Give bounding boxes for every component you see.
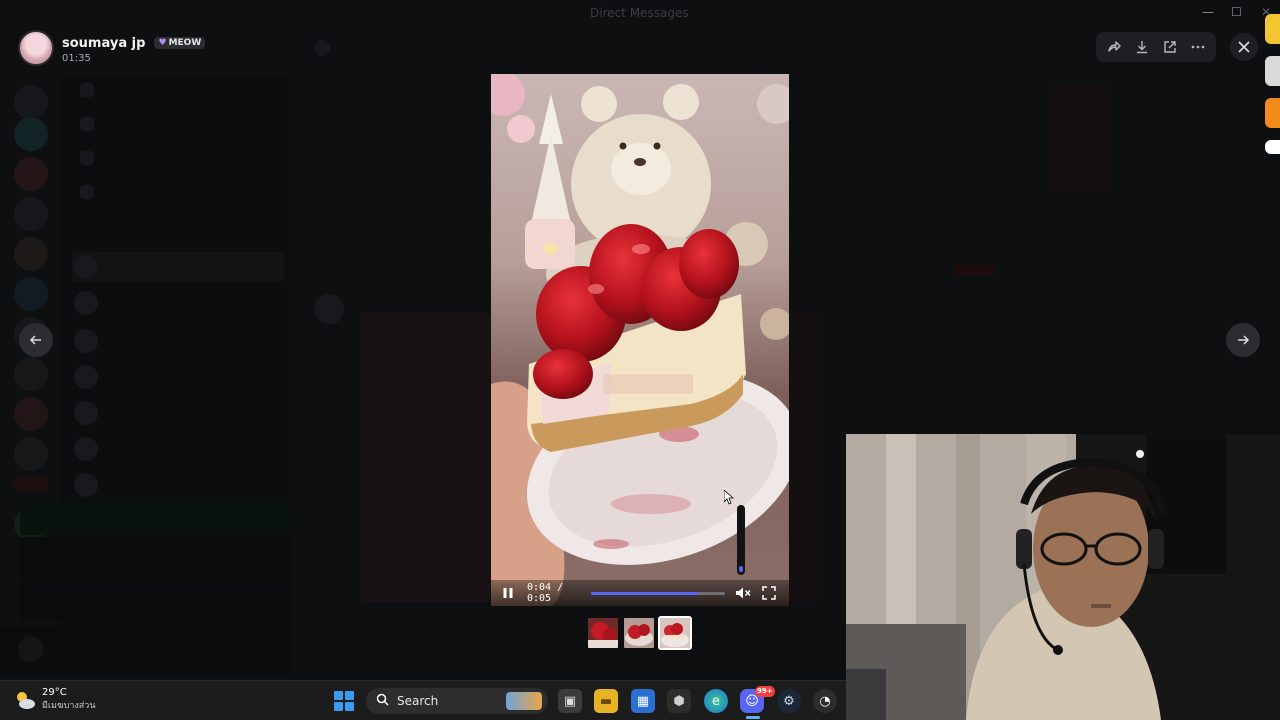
volume-muted-icon[interactable] [733, 583, 753, 603]
dim-message-input [314, 632, 844, 666]
shop-icon [80, 151, 94, 165]
server-icon [14, 85, 48, 119]
volume-slider[interactable] [737, 505, 745, 575]
weather-temperature: 29°C [42, 687, 67, 698]
dim-message-attachment [360, 312, 490, 602]
voice-controls-bar [20, 583, 290, 621]
server-icon [14, 157, 48, 191]
download-icon[interactable] [1129, 34, 1155, 60]
avatar[interactable] [18, 30, 54, 66]
video-time: 0:04 / 0:05 [527, 582, 564, 604]
quests-icon [80, 185, 94, 199]
server-icon [14, 117, 48, 151]
server-icon [14, 277, 48, 311]
volume-level [739, 565, 743, 572]
weather-text: 29°C มีเมฆบางส่วน [42, 687, 95, 712]
profile-image [1048, 83, 1110, 193]
taskbar-search[interactable]: Search [366, 688, 548, 714]
avatar [74, 401, 98, 425]
side-app-tab[interactable] [1265, 140, 1280, 154]
microsoft-store-icon[interactable]: ▦ [631, 689, 655, 713]
heart-icon: ♥ [158, 38, 167, 48]
windows-taskbar: 29°C มีเมฆบางส่วน Search ▣ ▬ ▦ ⬢ e ☺ ⚙ ◔ [0, 680, 846, 720]
voice-connected-bar [20, 537, 290, 581]
dm-list [20, 75, 290, 635]
author-name[interactable]: soumaya jp [62, 36, 145, 51]
server-icon [14, 237, 48, 271]
thumbnail[interactable] [586, 616, 620, 650]
more-icon[interactable] [1185, 34, 1211, 60]
search-icon [376, 693, 389, 710]
guild-tag: ♥ MEOW [154, 37, 206, 49]
screen-share-bar [20, 503, 290, 535]
seek-bar[interactable] [591, 591, 725, 595]
fullscreen-icon[interactable] [759, 583, 779, 603]
maximize-icon[interactable]: ☐ [1231, 5, 1242, 19]
pause-icon[interactable] [495, 580, 521, 606]
avatar [18, 636, 44, 662]
guild-tag-label: MEOW [168, 38, 202, 48]
friends-icon [80, 83, 94, 97]
avatar [74, 329, 98, 353]
side-app-tab[interactable] [1265, 98, 1280, 128]
mouse-cursor-icon [724, 490, 734, 505]
weather-description: มีเมฆบางส่วน [42, 701, 96, 711]
avatar [74, 365, 98, 389]
server-icon [14, 437, 48, 471]
edge-icon[interactable]: e [704, 689, 728, 713]
avatar [74, 291, 98, 315]
dim-profile-panel [948, 75, 1218, 415]
window-title-bar: Direct Messages — ☐ ✕ [0, 0, 1280, 26]
avatar [74, 437, 98, 461]
avatar [314, 40, 330, 56]
viewer-author: soumaya jp ♥ MEOW 01:35 [18, 30, 206, 66]
close-icon[interactable] [1230, 33, 1258, 61]
window-title: Direct Messages [590, 6, 689, 20]
weather-widget[interactable]: 29°C มีเมฆบางส่วน [14, 687, 95, 712]
server-icon [14, 197, 48, 231]
webcam-feed [846, 434, 1280, 720]
search-highlight-icon [506, 692, 542, 710]
open-external-icon[interactable] [1157, 34, 1183, 60]
side-app-tab[interactable] [1265, 56, 1280, 86]
partly-cloudy-icon [14, 689, 36, 711]
task-view-icon[interactable]: ▣ [558, 689, 582, 713]
app-icon[interactable]: ⬢ [667, 689, 691, 713]
server-badge [14, 477, 48, 491]
minimize-icon[interactable]: — [1202, 5, 1214, 19]
notification-badge: 99+ [755, 686, 775, 697]
arrow-left-icon[interactable] [19, 323, 53, 357]
profile-badge [954, 265, 994, 275]
server-icon [14, 397, 48, 431]
server-icon [14, 357, 48, 391]
video-controls: 0:04 / 0:05 [491, 580, 789, 606]
windows-start-icon[interactable] [334, 691, 354, 711]
search-placeholder: Search [397, 694, 439, 708]
arrow-right-icon[interactable] [1226, 323, 1260, 357]
app-icon[interactable]: ◔ [813, 689, 837, 713]
thumbnail[interactable] [622, 616, 656, 650]
avatar [74, 255, 98, 279]
viewer-action-bar [1096, 32, 1216, 62]
seek-progress [591, 591, 699, 595]
dim-user-panel [0, 626, 290, 676]
file-explorer-icon[interactable]: ▬ [594, 689, 618, 713]
dm-selected-row [72, 252, 284, 282]
steam-icon[interactable]: ⚙ [777, 689, 801, 713]
avatar [314, 294, 344, 324]
message-timestamp: 01:35 [62, 53, 91, 64]
webcam-overlay [846, 434, 1280, 720]
forward-icon[interactable] [1101, 34, 1127, 60]
dm-header [290, 30, 850, 66]
thumbnail-selected[interactable] [658, 616, 692, 650]
avatar [74, 473, 98, 497]
active-app-indicator [746, 716, 760, 719]
side-app-tab[interactable] [1265, 14, 1280, 44]
dim-message-attachment [790, 312, 818, 602]
viewer-author-info: soumaya jp ♥ MEOW 01:35 [62, 32, 206, 64]
attachment-thumbnails [586, 616, 692, 651]
nitro-icon [80, 117, 94, 131]
